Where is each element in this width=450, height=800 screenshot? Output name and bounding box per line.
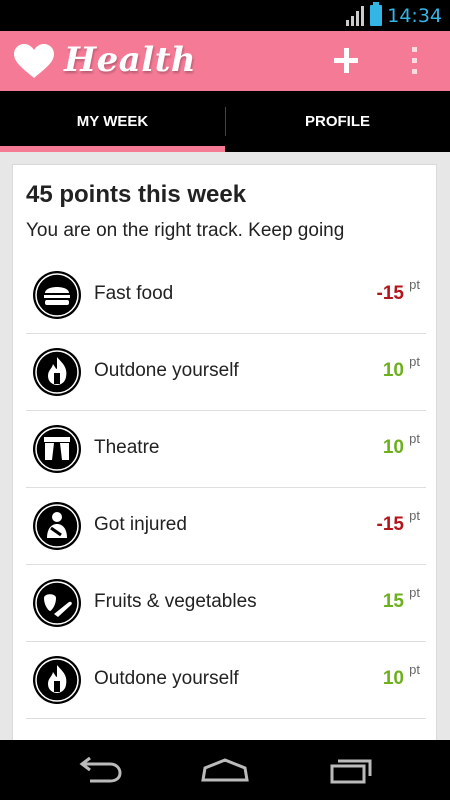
app-title: Health (64, 40, 197, 80)
theatre-icon (33, 425, 81, 473)
week-summary-card: 45 points this week You are on the right… (12, 164, 437, 754)
activity-points: 10 (382, 360, 404, 381)
activity-points: -15 (376, 283, 404, 304)
activity-label: Outdone yourself (94, 360, 239, 381)
points-unit: pt (409, 277, 420, 292)
recent-apps-icon[interactable] (320, 750, 380, 790)
signal-icon (346, 6, 364, 26)
battery-icon (370, 2, 382, 26)
points-unit: pt (409, 431, 420, 446)
points-subtitle: You are on the right track. Keep going (26, 220, 345, 241)
points-unit: pt (409, 354, 420, 369)
activity-label: Fruits & vegetables (94, 591, 257, 612)
navigation-bar (0, 740, 450, 800)
activity-label: Outdone yourself (94, 668, 239, 689)
burger-icon (33, 271, 81, 319)
status-time: 14:34 (387, 5, 442, 27)
activity-label: Got injured (94, 514, 187, 535)
flame-icon (33, 656, 81, 704)
points-unit: pt (409, 585, 420, 600)
overflow-menu-button[interactable] (404, 43, 424, 79)
activity-row[interactable]: Outdone yourself 10 pt (26, 642, 426, 719)
points-unit: pt (409, 508, 420, 523)
activity-list: Fast food -15 pt Outdone yourself 10 pt Theatr… (26, 257, 426, 719)
activity-row[interactable]: Fruits & vegetables 15 pt (26, 565, 426, 642)
activity-label: Theatre (94, 437, 160, 458)
activity-points: 15 (382, 591, 404, 612)
points-title: 45 points this week (26, 181, 247, 208)
activity-points: -15 (376, 514, 404, 535)
tab-profile[interactable]: PROFILE (225, 91, 450, 152)
activity-points: 10 (382, 668, 404, 689)
activity-points: 10 (382, 437, 404, 458)
injury-icon (33, 502, 81, 550)
action-bar: Health (0, 31, 450, 91)
fruit-icon (33, 579, 81, 627)
activity-row[interactable]: Fast food -15 pt (26, 257, 426, 334)
heart-icon[interactable] (14, 44, 54, 80)
back-icon[interactable] (70, 750, 130, 790)
tab-my-week[interactable]: MY WEEK (0, 91, 225, 152)
tab-bar: MY WEEK PROFILE (0, 91, 450, 152)
activity-row[interactable]: Outdone yourself 10 pt (26, 334, 426, 411)
activity-row[interactable]: Theatre 10 pt (26, 411, 426, 488)
points-unit: pt (409, 662, 420, 677)
activity-row[interactable]: Got injured -15 pt (26, 488, 426, 565)
home-icon[interactable] (195, 750, 255, 790)
add-button[interactable] (326, 41, 366, 81)
flame-icon (33, 348, 81, 396)
status-bar: 14:34 (0, 0, 450, 31)
activity-label: Fast food (94, 283, 174, 304)
